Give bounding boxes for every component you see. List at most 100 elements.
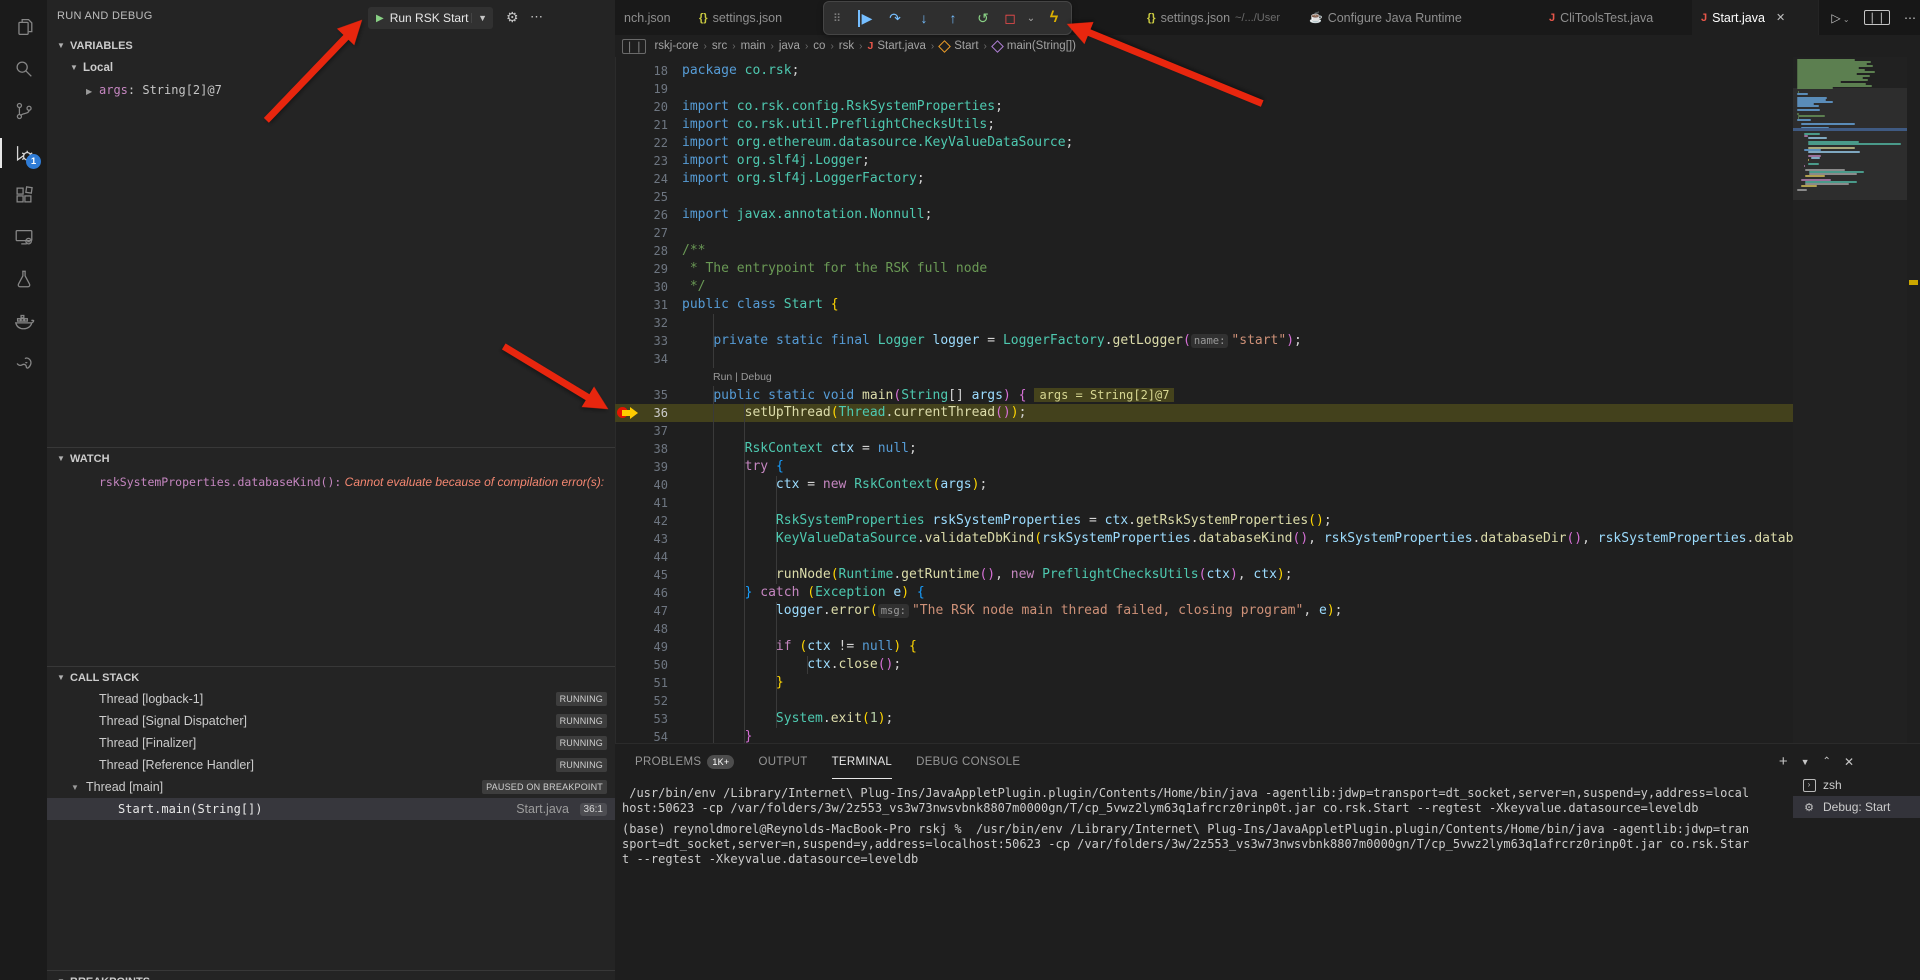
step-into-button[interactable]: ↓: [910, 10, 938, 26]
code-line-26: 26import javax.annotation.Nonnull;: [615, 206, 1793, 224]
indent-guide: [776, 494, 777, 512]
code-line-52: 52: [615, 692, 1793, 710]
activity-bar-item-gradle[interactable]: [0, 342, 47, 384]
restart-button[interactable]: ↺: [968, 10, 998, 27]
step-out-button[interactable]: ↑: [938, 10, 968, 26]
editor-tab-clitoolstest-java[interactable]: JCliToolsTest.java: [1540, 0, 1693, 35]
split-editor-icon[interactable]: ❘❘: [1864, 10, 1890, 25]
codelens-run-debug[interactable]: Run | Debug: [713, 368, 772, 386]
panel-tab-output[interactable]: OUTPUT: [758, 744, 807, 779]
sidebar-title: RUN AND DEBUG: [57, 10, 153, 22]
call-stack-thread-row[interactable]: ▼Thread [main]PAUSED ON BREAKPOINT: [47, 776, 615, 798]
editor-tab-start-java[interactable]: JStart.java✕: [1692, 0, 1819, 35]
watch-section-header[interactable]: ▼ WATCH: [47, 450, 615, 470]
chevron-down-icon: ▼: [57, 454, 65, 463]
more-actions-icon[interactable]: ⋯: [530, 9, 543, 25]
code-line-20: 20import co.rsk.config.RskSystemProperti…: [615, 98, 1793, 116]
problems-count-badge: 1K+: [707, 755, 734, 769]
call-stack-thread-row[interactable]: Thread [Signal Dispatcher]RUNNING: [47, 710, 615, 732]
code-editor[interactable]: 17 */18package co.rsk;1920import co.rsk.…: [615, 57, 1920, 743]
editor-tab-settings-json[interactable]: {}settings.json~/.../User: [1138, 0, 1301, 35]
activity-bar-item-search[interactable]: [0, 48, 47, 90]
breakpoints-section-header[interactable]: ▼ BREAKPOINTS: [47, 973, 615, 980]
breadcrumb-item[interactable]: Start: [954, 40, 978, 52]
terminal-instance-debug-start[interactable]: ⚙Debug: Start: [1793, 796, 1920, 818]
panel-tab-problems[interactable]: PROBLEMS1K+: [635, 744, 734, 779]
step-over-button[interactable]: ↷: [880, 10, 910, 27]
activity-bar-item-run-and-debug[interactable]: 1: [0, 132, 47, 174]
split-in-group-icon[interactable]: ❘❘: [622, 39, 646, 54]
watch-expression-row[interactable]: rskSystemProperties.databaseKind(): Cann…: [47, 473, 615, 493]
breadcrumb-item[interactable]: java: [779, 40, 800, 52]
line-number: 41: [615, 494, 668, 512]
drag-grip-button[interactable]: ⠿: [824, 12, 850, 25]
editor-tab-bar: nch.json{}settings.jsonuntime{}settings.…: [615, 0, 1920, 36]
line-number: 49: [615, 638, 668, 656]
editor-tab-configure-java-runtime[interactable]: ☕Configure Java Runtime: [1300, 0, 1541, 35]
editor-scrollbar[interactable]: [1907, 57, 1920, 743]
breadcrumb-item[interactable]: main(String[]): [1007, 40, 1076, 52]
tab-label: nch.json: [624, 11, 671, 25]
thread-status-badge: RUNNING: [556, 758, 607, 772]
java-icon: J: [867, 40, 873, 52]
call-stack-section-header[interactable]: ▼ CALL STACK: [47, 669, 615, 689]
call-stack-thread-row[interactable]: Thread [Finalizer]RUNNING: [47, 732, 615, 754]
minimap[interactable]: [1793, 57, 1907, 743]
line-number: 42: [615, 512, 668, 530]
stop-button[interactable]: ◻: [998, 10, 1022, 27]
indent-guide: [744, 620, 745, 638]
terminal-line: host:50623 -cp /var/folders/3w/2z553_vs3…: [622, 801, 1777, 816]
stop-dropdown-button[interactable]: ⌄: [1022, 13, 1040, 24]
thread-status-badge: RUNNING: [556, 714, 607, 728]
breadcrumb-item[interactable]: co: [813, 40, 825, 52]
chevron-right-icon[interactable]: ▶: [86, 87, 92, 96]
indent-guide: [744, 494, 745, 512]
more-actions-icon[interactable]: ⋯: [1904, 11, 1916, 25]
thread-status-badge: RUNNING: [556, 692, 607, 706]
minimap-line: [1797, 109, 1820, 111]
close-icon[interactable]: ✕: [1773, 10, 1788, 25]
hot-code-replace-button[interactable]: ϟ: [1040, 9, 1068, 27]
activity-bar-item-remote-explorer[interactable]: [0, 216, 47, 258]
activity-bar-item-explorer[interactable]: [0, 6, 47, 48]
activity-bar: 1: [0, 0, 48, 980]
call-stack-thread-row[interactable]: Thread [Reference Handler]RUNNING: [47, 754, 615, 776]
indent-guide: [776, 620, 777, 638]
terminal-output[interactable]: /usr/bin/env /Library/Internet\ Plug-Ins…: [622, 786, 1777, 867]
breadcrumb-item[interactable]: rsk: [839, 40, 854, 52]
terminal-dropdown-icon[interactable]: ▼: [1801, 757, 1810, 767]
close-panel-icon[interactable]: ✕: [1844, 755, 1854, 769]
panel-tab-terminal[interactable]: TERMINAL: [832, 744, 893, 779]
continue-button[interactable]: ▶: [850, 10, 880, 27]
activity-bar-item-extensions[interactable]: [0, 174, 47, 216]
activity-bar-item-testing[interactable]: [0, 258, 47, 300]
breadcrumb[interactable]: ❘❘ rskj-core›src›main›java›co›rsk›JStart…: [615, 35, 1920, 57]
stack-frame-selected[interactable]: Start.main(String[]) Start.java 36:1: [47, 798, 615, 820]
new-terminal-icon[interactable]: +: [1779, 753, 1788, 770]
chevron-down-icon[interactable]: ▼: [471, 13, 493, 23]
code-text: RskSystemProperties rskSystemProperties …: [682, 512, 1332, 530]
gear-icon[interactable]: ⚙: [506, 9, 519, 26]
editor-tab-nch-json[interactable]: nch.json: [615, 0, 691, 35]
breadcrumb-item[interactable]: main: [741, 40, 766, 52]
code-line-34: 34: [615, 350, 1793, 368]
java-icon: J: [1701, 12, 1707, 24]
variable-args[interactable]: ▶ args: String[2]@7: [47, 81, 615, 101]
thread-status-badge: PAUSED ON BREAKPOINT: [482, 780, 607, 794]
play-icon: ▶: [376, 13, 384, 24]
breadcrumb-item[interactable]: rskj-core: [654, 40, 698, 52]
breadcrumb-item[interactable]: Start.java: [877, 40, 926, 52]
breakpoint-current-line-icon[interactable]: [617, 406, 641, 420]
panel-tab-debug-console[interactable]: DEBUG CONSOLE: [916, 744, 1020, 779]
run-file-button[interactable]: ▷ ⌄: [1831, 11, 1849, 25]
call-stack-thread-row[interactable]: Thread [logback-1]RUNNING: [47, 688, 615, 710]
activity-bar-item-docker[interactable]: [0, 300, 47, 342]
terminal-instance-zsh[interactable]: ›zsh: [1793, 774, 1920, 796]
maximize-panel-icon[interactable]: ⌃: [1823, 756, 1831, 767]
breadcrumb-item[interactable]: src: [712, 40, 727, 52]
activity-bar-item-source-control[interactable]: [0, 90, 47, 132]
run-config-dropdown[interactable]: ▶ Run RSK Start ▼: [368, 7, 493, 29]
code-line-25: 25: [615, 188, 1793, 206]
terminal-line: /usr/bin/env /Library/Internet\ Plug-Ins…: [622, 786, 1777, 801]
code-text: public static void main(String[] args) {…: [682, 386, 1174, 405]
